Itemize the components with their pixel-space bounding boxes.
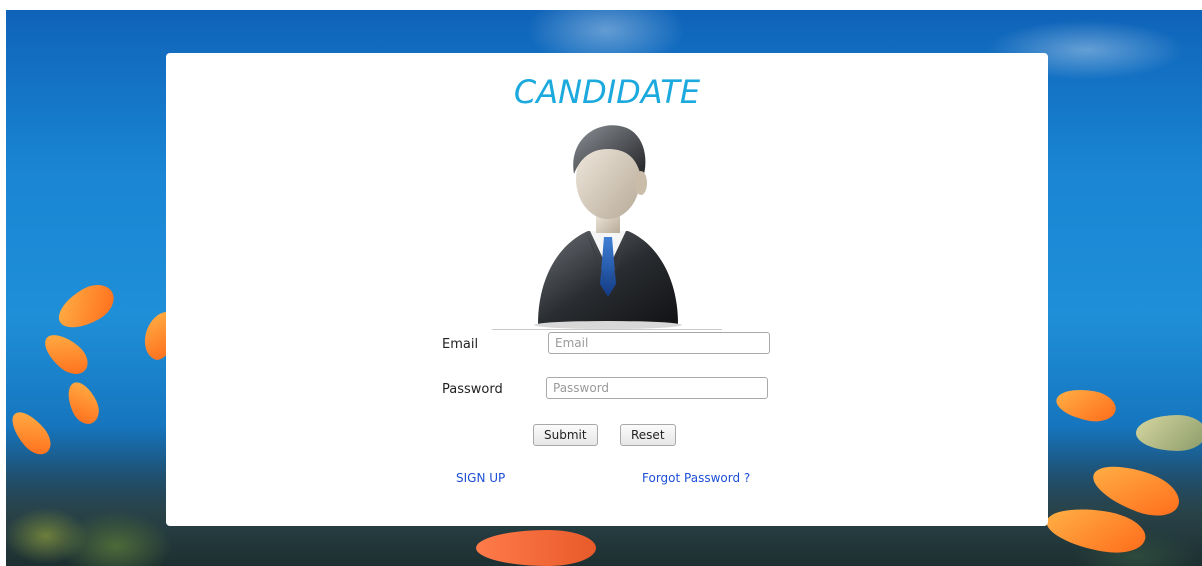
page-title: CANDIDATE [513,73,701,111]
signup-link[interactable]: SIGN UP [456,471,505,485]
reset-button[interactable]: Reset [620,424,676,446]
fish-image [61,377,105,429]
fish-image [1053,385,1119,425]
password-label: Password [442,382,503,397]
fish-image [51,277,121,337]
password-field[interactable] [546,377,768,399]
divider-line [492,329,722,330]
email-label: Email [442,337,479,352]
fish-image [37,327,95,381]
businessman-avatar-icon [534,125,682,329]
email-field[interactable] [548,332,770,354]
submit-button[interactable]: Submit [533,424,598,446]
forgot-password-link[interactable]: Forgot Password ? [642,471,750,485]
login-card: CANDIDATE Email Email Password Submit Re… [166,53,1048,526]
